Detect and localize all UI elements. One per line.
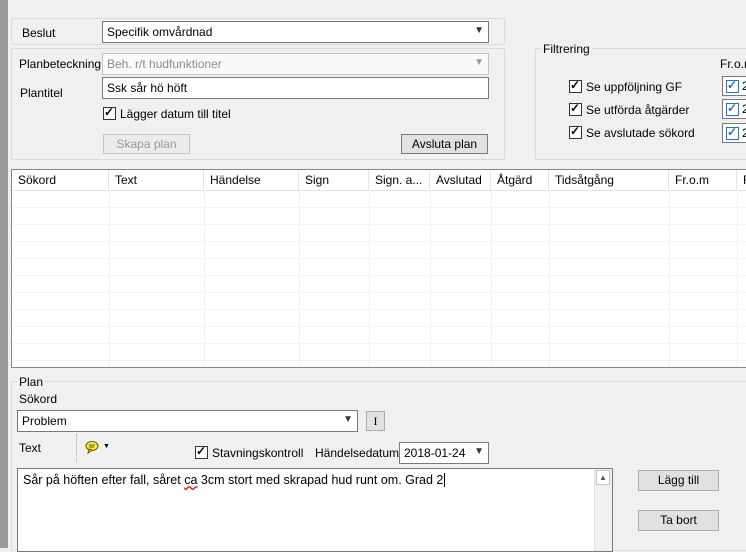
from-date-value: 2 bbox=[742, 126, 746, 140]
spellcheck-flagged-word: ca bbox=[184, 473, 198, 487]
chevron-down-icon: ▼ bbox=[474, 57, 484, 68]
column-header-sign[interactable]: Sign bbox=[299, 170, 369, 190]
grid-column-line bbox=[549, 190, 550, 367]
left-border bbox=[0, 0, 8, 548]
stavning-checkbox[interactable] bbox=[195, 444, 208, 462]
text-cursor bbox=[444, 473, 446, 487]
grid-row-line bbox=[12, 275, 746, 276]
grid-row-line bbox=[12, 241, 746, 242]
checkbox-icon[interactable] bbox=[569, 101, 582, 116]
from-date-picker-3[interactable]: 2 bbox=[722, 123, 746, 143]
column-header-avslutad[interactable]: Avslutad bbox=[430, 170, 491, 190]
filtrering-title: Filtrering bbox=[541, 42, 592, 56]
from-date-picker-2[interactable]: 2 bbox=[722, 99, 746, 119]
handelsedatum-picker[interactable]: 2018-01-24 ▼ bbox=[399, 442, 489, 464]
sokord-label: Sökord bbox=[19, 392, 58, 406]
skapa-plan-button[interactable]: Skapa plan bbox=[103, 134, 190, 154]
checkbox-icon[interactable] bbox=[726, 78, 739, 93]
text-label: Text bbox=[19, 441, 42, 455]
plan-text-content: Sår på höften efter fall, såret ca 3cm s… bbox=[23, 473, 446, 487]
grid-row-line bbox=[12, 309, 746, 310]
column-header-atgard[interactable]: Åtgärd bbox=[491, 170, 549, 190]
speech-bubble-icon bbox=[85, 441, 99, 454]
grid-column-line bbox=[737, 190, 738, 367]
plan-title: Plan bbox=[17, 375, 46, 389]
filtrering-from-label: Fr.o.m bbox=[720, 57, 746, 71]
grid-column-line bbox=[369, 190, 370, 367]
column-header-f[interactable]: F bbox=[737, 170, 746, 190]
plantitel-input[interactable]: Ssk sår hö höft bbox=[102, 77, 489, 99]
grid-row-line bbox=[12, 343, 746, 344]
column-header-sokord[interactable]: Sökord bbox=[12, 170, 109, 190]
beslut-value: Specifik omvårdnad bbox=[107, 25, 213, 39]
chevron-down-icon: ▼ bbox=[474, 25, 484, 36]
checkbox-icon[interactable] bbox=[195, 444, 208, 459]
datum-checkbox-label: Lägger datum till titel bbox=[120, 107, 231, 121]
beslut-label: Beslut bbox=[22, 26, 56, 40]
chevron-down-icon: ▼ bbox=[103, 443, 110, 450]
vertical-scrollbar[interactable]: ▲ bbox=[594, 469, 612, 551]
plantitel-label: Plantitel bbox=[20, 86, 63, 100]
checkbox-icon[interactable] bbox=[103, 105, 116, 120]
grid-header: Sökord Text Händelse Sign Sign. a... Avs… bbox=[12, 170, 746, 191]
grid-column-line bbox=[669, 190, 670, 367]
se-utforda-checkbox[interactable] bbox=[569, 101, 582, 119]
se-utforda-label: Se utförda åtgärder bbox=[586, 103, 690, 117]
sokord-value: Problem bbox=[22, 414, 67, 428]
stavning-label: Stavningskontroll bbox=[212, 446, 304, 460]
planbeteckning-value: Beh. r/t hudfunktioner bbox=[107, 57, 222, 71]
planbeteckning-select[interactable]: Beh. r/t hudfunktioner ▼ bbox=[102, 53, 489, 75]
grid-column-line bbox=[109, 190, 110, 367]
grid-column-line bbox=[491, 190, 492, 367]
grid-column-line bbox=[299, 190, 300, 367]
chevron-down-icon: ▼ bbox=[343, 414, 353, 425]
planbeteckning-label: Planbeteckning bbox=[19, 57, 102, 71]
column-header-text[interactable]: Text bbox=[109, 170, 204, 190]
handelsedatum-label: Händelsedatum bbox=[315, 446, 400, 460]
from-date-picker-1[interactable]: 2 bbox=[722, 76, 746, 96]
chevron-down-icon: ▼ bbox=[474, 446, 484, 457]
sokord-select[interactable]: Problem ▼ bbox=[17, 410, 358, 432]
column-header-from[interactable]: Fr.o.m bbox=[669, 170, 737, 190]
checkbox-icon[interactable] bbox=[726, 101, 739, 116]
avsluta-plan-button[interactable]: Avsluta plan bbox=[401, 134, 488, 154]
grid-row-line bbox=[12, 258, 746, 259]
checkbox-icon[interactable] bbox=[726, 125, 739, 140]
se-avslutade-label: Se avslutade sökord bbox=[586, 126, 695, 140]
records-grid[interactable]: Sökord Text Händelse Sign Sign. a... Avs… bbox=[11, 169, 746, 368]
se-avslutade-checkbox[interactable] bbox=[569, 124, 582, 142]
scroll-up-icon[interactable]: ▲ bbox=[596, 470, 610, 485]
plan-text-part: Sår på höften efter fall, såret bbox=[23, 473, 185, 487]
from-date-value: 2 bbox=[742, 79, 746, 93]
grid-column-line bbox=[204, 190, 205, 367]
grid-row-line bbox=[12, 326, 746, 327]
se-uppfoljning-checkbox[interactable] bbox=[569, 78, 582, 96]
plan-text-area[interactable]: Sår på höften efter fall, såret ca 3cm s… bbox=[17, 468, 613, 552]
comment-button[interactable]: ▼ bbox=[76, 434, 120, 462]
grid-row-line bbox=[12, 360, 746, 361]
checkbox-icon[interactable] bbox=[569, 78, 582, 93]
checkbox-icon[interactable] bbox=[569, 124, 582, 139]
beslut-select[interactable]: Specifik omvårdnad ▼ bbox=[102, 21, 489, 43]
plan-text-part: 3cm stort med skrapad hud runt om. Grad … bbox=[197, 473, 444, 487]
grid-row-line bbox=[12, 207, 746, 208]
italic-button[interactable]: I bbox=[366, 411, 385, 431]
lagg-till-button[interactable]: Lägg till bbox=[638, 470, 719, 491]
grid-row-line bbox=[12, 292, 746, 293]
datum-checkbox[interactable] bbox=[103, 105, 116, 123]
handelsedatum-value: 2018-01-24 bbox=[404, 446, 466, 460]
ta-bort-button[interactable]: Ta bort bbox=[638, 510, 719, 531]
column-header-sign-av[interactable]: Sign. a... bbox=[369, 170, 430, 190]
column-header-handelse[interactable]: Händelse bbox=[204, 170, 299, 190]
se-uppfoljning-label: Se uppföljning GF bbox=[586, 80, 683, 94]
from-date-value: 2 bbox=[742, 102, 746, 116]
grid-column-line bbox=[430, 190, 431, 367]
grid-row-line bbox=[12, 224, 746, 225]
column-header-tidsatgang[interactable]: Tidsåtgång bbox=[549, 170, 669, 190]
